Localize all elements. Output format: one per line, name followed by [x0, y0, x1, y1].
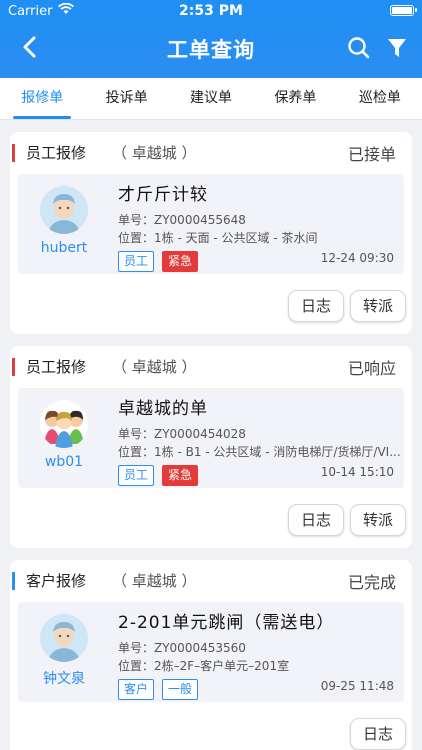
- order-type: 员工报修: [26, 358, 87, 376]
- order-status: 已完成: [347, 573, 396, 592]
- order-location: 位置：1栋 - B1 - 公共区域 - 消防电梯厅/货梯厅/VI...: [118, 445, 400, 459]
- person-avatar-icon: [40, 614, 88, 662]
- order-detail[interactable]: wb01 卓越城的单 单号：ZY0000454028 位置：1栋 - B1 - …: [18, 388, 404, 488]
- reassign-button[interactable]: 转派: [350, 504, 407, 536]
- order-title: 卓越城的单: [118, 399, 208, 419]
- log-button[interactable]: 日志: [288, 290, 345, 322]
- priority-tag: 紧急: [162, 465, 199, 486]
- order-location: 位置：1栋 - 天面 - 公共区域 - 茶水间: [118, 231, 318, 245]
- log-button[interactable]: 日志: [350, 718, 407, 750]
- order-time: 10-14 15:10: [320, 465, 394, 479]
- tab-maintenance[interactable]: 保养单: [253, 78, 337, 119]
- log-button[interactable]: 日志: [288, 504, 345, 536]
- type-indicator: [12, 358, 15, 376]
- priority-tag: 紧急: [162, 251, 199, 272]
- chevron-left-icon: [23, 36, 36, 58]
- person-avatar-icon: [40, 186, 88, 234]
- reporter-name: 钟文泉: [43, 671, 85, 687]
- project-name: （ 卓越城 ）: [112, 572, 197, 590]
- work-order-card[interactable]: 员工报修 （ 卓越城 ） 已响应 wb01 卓越城的单 单号：ZY0000454…: [10, 346, 412, 548]
- order-number: 单号：ZY0000453560: [118, 641, 246, 655]
- order-status: 已响应: [347, 359, 396, 378]
- cartoon-group-avatar: [40, 400, 88, 448]
- order-type: 员工报修: [26, 144, 87, 162]
- tab-inspection[interactable]: 巡检单: [338, 78, 422, 119]
- order-detail[interactable]: 钟文泉 2-201单元跳闸（需送电） 单号：ZY0000453560 位置：2栋…: [18, 602, 404, 702]
- reassign-button[interactable]: 转派: [350, 290, 407, 322]
- tab-suggestion[interactable]: 建议单: [169, 78, 253, 119]
- order-number: 单号：ZY0000454028: [118, 427, 246, 441]
- search-button[interactable]: [346, 35, 372, 61]
- filter-button[interactable]: [384, 35, 410, 61]
- app-header: Carrier 2:53 PM 工单查询: [0, 0, 422, 78]
- work-order-card[interactable]: 员工报修 （ 卓越城 ） 已接单 hubert 才斤斤计较 单号：ZY00004…: [10, 132, 412, 334]
- order-title: 2-201单元跳闸（需送电）: [118, 613, 335, 633]
- reporter-name: hubert: [40, 240, 88, 256]
- order-status: 已接单: [347, 145, 396, 164]
- order-number: 单号：ZY0000455648: [118, 213, 246, 227]
- order-time: 09-25 11:48: [320, 679, 394, 693]
- source-tag: 员工: [118, 465, 155, 486]
- order-type: 客户报修: [26, 572, 87, 590]
- tab-complaint[interactable]: 投诉单: [84, 78, 168, 119]
- battery-icon: [390, 5, 417, 16]
- order-detail[interactable]: hubert 才斤斤计较 单号：ZY0000455648 位置：1栋 - 天面 …: [18, 174, 404, 274]
- type-indicator: [12, 572, 15, 590]
- back-button[interactable]: [14, 32, 44, 62]
- source-tag: 员工: [118, 251, 155, 272]
- tab-repair[interactable]: 报修单: [0, 78, 84, 119]
- project-name: （ 卓越城 ）: [112, 144, 197, 162]
- reporter-name: wb01: [44, 454, 84, 470]
- order-location: 位置：2栋–2F–客户单元–201室: [118, 659, 290, 673]
- source-tag: 客户: [118, 679, 155, 700]
- clock: 2:53 PM: [179, 3, 243, 19]
- type-indicator: [12, 144, 15, 162]
- project-name: （ 卓越城 ）: [112, 358, 197, 376]
- search-icon: [348, 37, 370, 59]
- order-time: 12-24 09:30: [320, 251, 394, 265]
- tab-bar: 报修单 投诉单 建议单 保养单 巡检单: [0, 78, 422, 120]
- work-order-card[interactable]: 客户报修 （ 卓越城 ） 已完成 钟文泉 2-201单元跳闸（需送电） 单号：Z…: [10, 560, 412, 750]
- order-title: 才斤斤计较: [118, 185, 208, 205]
- priority-tag: 一般: [162, 679, 199, 700]
- filter-icon: [388, 39, 406, 57]
- status-bar: Carrier 2:53 PM: [0, 0, 422, 22]
